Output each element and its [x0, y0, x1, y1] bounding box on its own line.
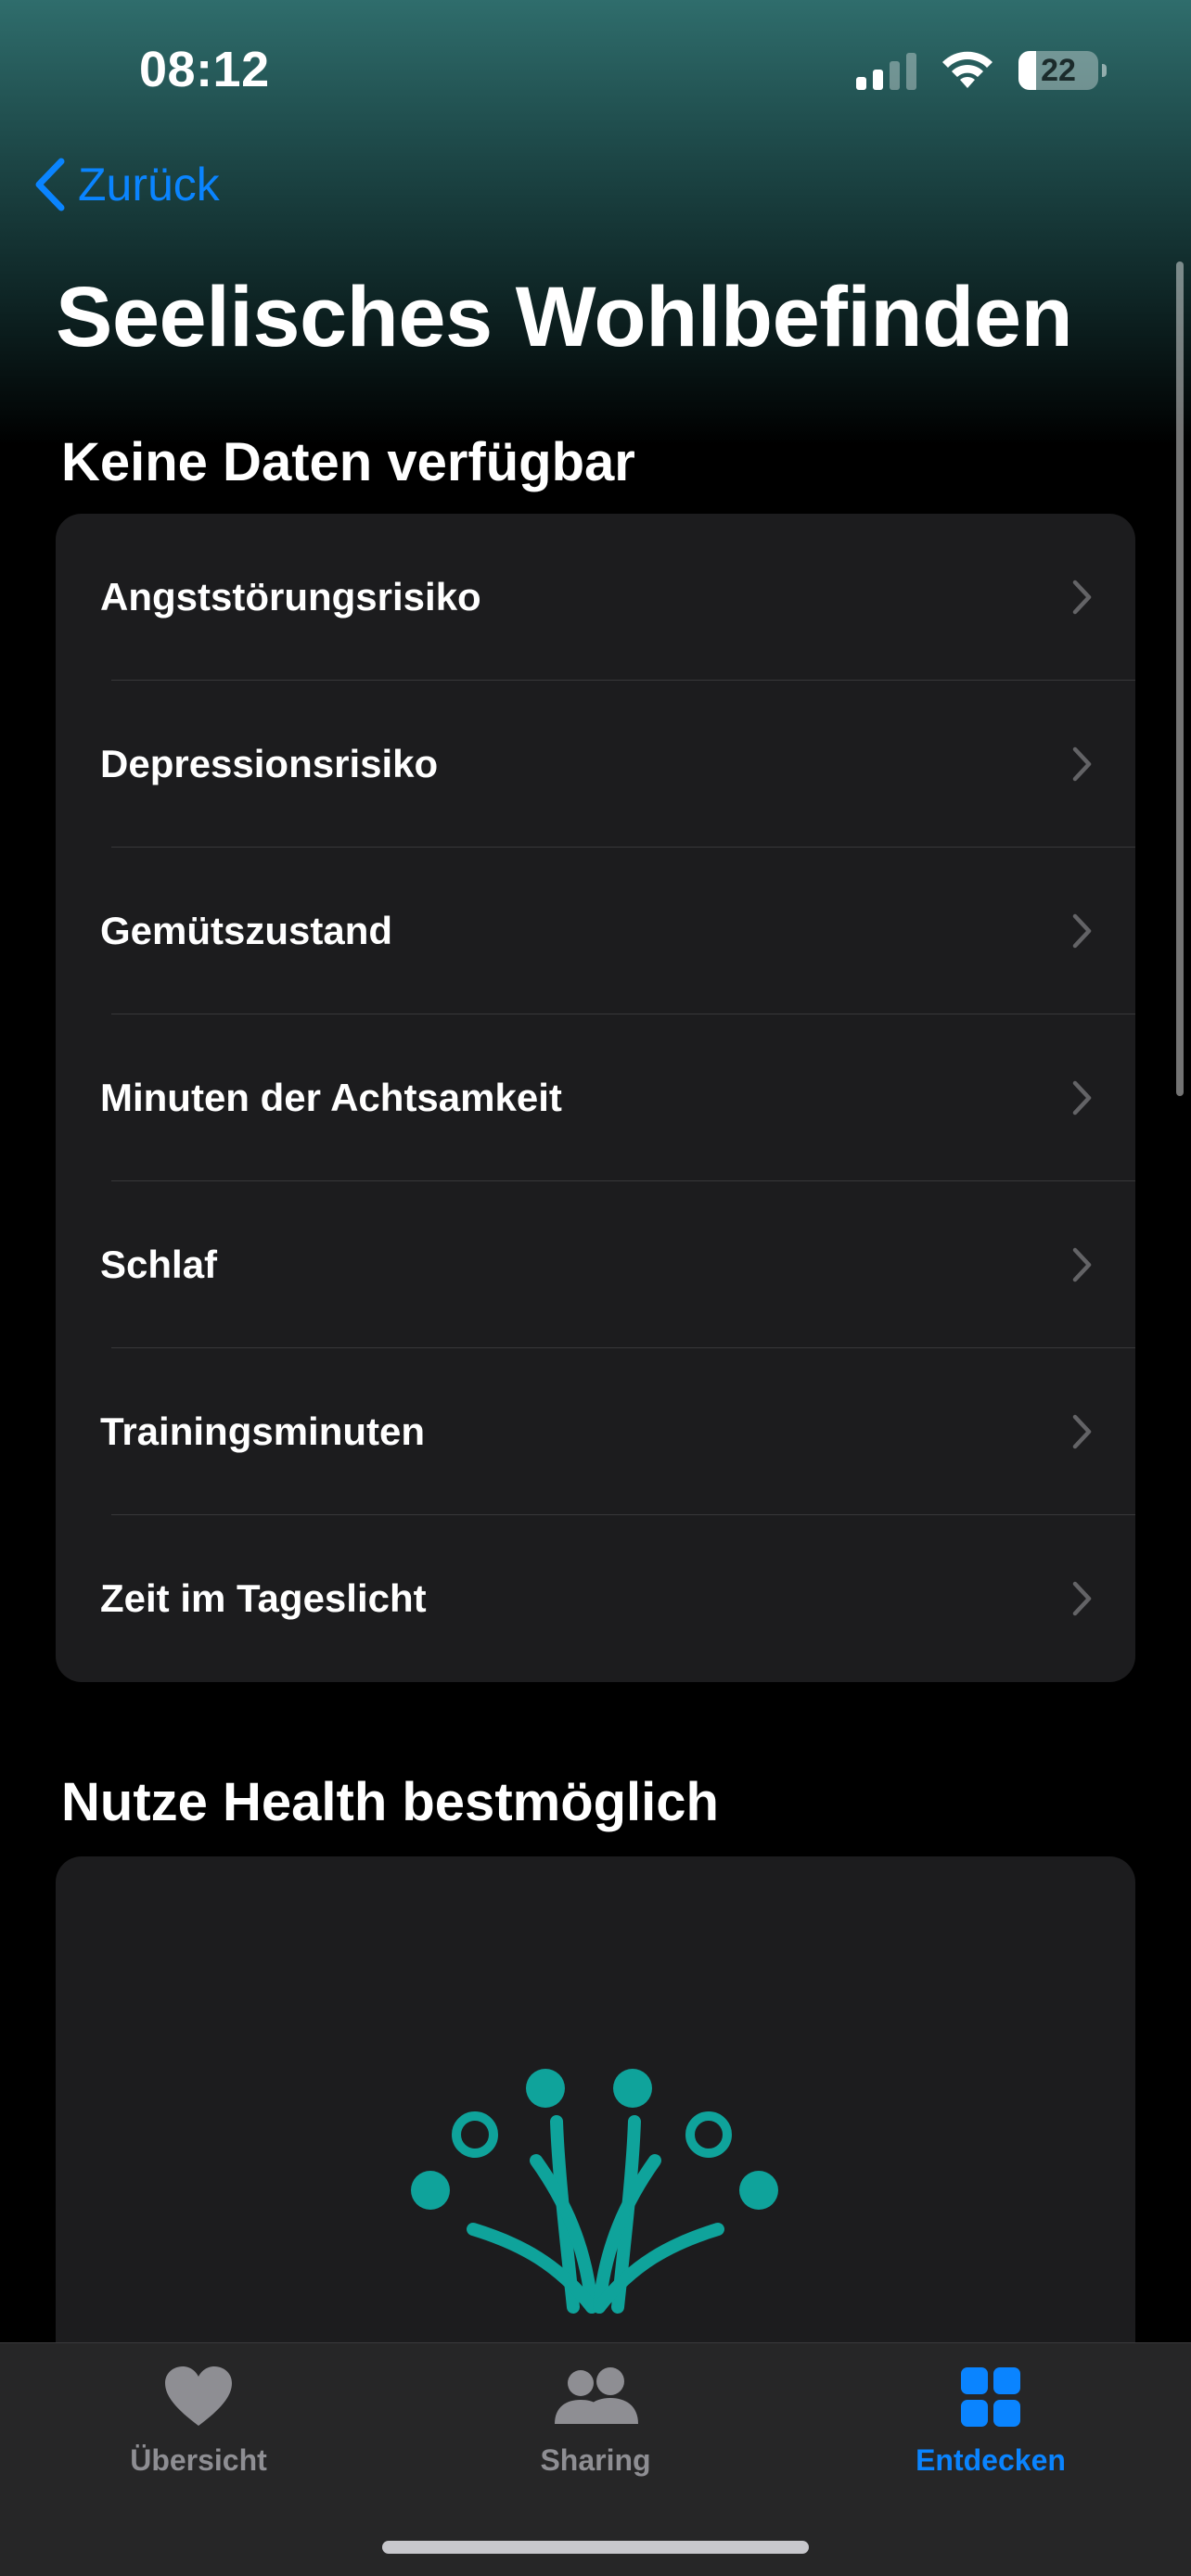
chevron-right-icon [1072, 913, 1092, 949]
tab-overview[interactable]: Übersicht [78, 2360, 319, 2478]
chevron-right-icon [1072, 1414, 1092, 1449]
battery-icon: 22 [1018, 51, 1107, 90]
heart-icon [152, 2360, 245, 2434]
status-icons: 22 [856, 46, 1107, 95]
chevron-right-icon [1072, 1247, 1092, 1282]
list-item-label: Gemütszustand [100, 909, 393, 952]
promo-heading: Nutze Health bestmöglich [61, 1772, 719, 1832]
list-item-sleep[interactable]: Schlaf [56, 1181, 1135, 1348]
people-icon [549, 2360, 642, 2434]
list-item-label: Schlaf [100, 1243, 218, 1286]
list-item-exercise-minutes[interactable]: Trainingsminuten [56, 1348, 1135, 1515]
page-title: Seelisches Wohlbefinden [56, 270, 1073, 364]
list-item-depression-risk[interactable]: Depressionsrisiko [56, 681, 1135, 848]
status-time: 08:12 [139, 42, 270, 97]
chevron-left-icon [35, 158, 65, 211]
scroll-indicator[interactable] [1176, 261, 1184, 1096]
no-data-heading: Keine Daten verfügbar [61, 432, 635, 492]
list-item-label: Trainingsminuten [100, 1409, 426, 1453]
chevron-right-icon [1072, 1581, 1092, 1616]
screen: 08:12 22 Zurück Seelisches Wohlbefinden … [0, 0, 1191, 2576]
mental-wellbeing-illustration-icon [411, 2069, 778, 2314]
grid-icon [944, 2360, 1037, 2434]
list-item-label: Zeit im Tageslicht [100, 1576, 427, 1620]
data-type-list: Angststörungsrisiko Depressionsrisiko Ge… [56, 514, 1135, 1682]
home-indicator[interactable] [382, 2541, 809, 2554]
tab-discover[interactable]: Entdecken [870, 2360, 1111, 2478]
battery-fill [1018, 51, 1036, 90]
battery-cap [1102, 64, 1107, 77]
list-item-mood[interactable]: Gemütszustand [56, 848, 1135, 1014]
tab-sharing[interactable]: Sharing [475, 2360, 716, 2478]
chevron-right-icon [1072, 1080, 1092, 1116]
list-item-label: Depressionsrisiko [100, 742, 439, 785]
wifi-icon [942, 51, 992, 88]
list-item-label: Angststörungsrisiko [100, 575, 481, 618]
list-item-label: Minuten der Achtsamkeit [100, 1076, 562, 1119]
cellular-signal-icon [856, 51, 916, 90]
chevron-right-icon [1072, 580, 1092, 615]
list-item-anxiety-risk[interactable]: Angststörungsrisiko [56, 514, 1135, 681]
tab-label: Entdecken [916, 2443, 1066, 2477]
list-item-mindful-minutes[interactable]: Minuten der Achtsamkeit [56, 1014, 1135, 1181]
back-button[interactable]: Zurück [33, 158, 220, 211]
battery-level: 22 [1041, 52, 1076, 88]
back-label: Zurück [78, 159, 220, 210]
chevron-right-icon [1072, 746, 1092, 782]
list-item-time-in-daylight[interactable]: Zeit im Tageslicht [56, 1515, 1135, 1682]
tab-label: Übersicht [130, 2443, 267, 2477]
tab-label: Sharing [540, 2443, 651, 2477]
